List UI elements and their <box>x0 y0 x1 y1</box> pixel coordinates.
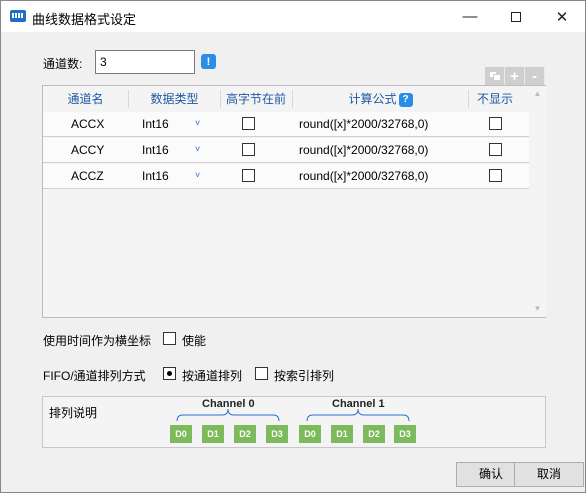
channel-0-brace <box>176 408 280 422</box>
cancel-button[interactable]: 取消 <box>514 462 584 487</box>
table-row[interactable]: ACCY Int16 ˅ round([x]*2000/32768,0) <box>43 138 529 163</box>
table-toolbar: + - <box>485 67 545 85</box>
radio-selected-dot <box>167 371 172 376</box>
table-header: 通道名 数据类型 高字节在前 计算公式? 不显示 <box>43 86 529 112</box>
cell-channel-name[interactable]: ACCZ <box>71 164 104 189</box>
hide-checkbox[interactable] <box>489 143 502 156</box>
order-by-channel-radio[interactable] <box>163 367 176 380</box>
plus-icon: + <box>510 67 519 85</box>
chevron-down-icon[interactable]: ˅ <box>195 170 200 180</box>
header-hide: 不显示 <box>476 92 513 106</box>
header-channel-name: 通道名 <box>67 92 104 106</box>
high-byte-first-checkbox[interactable] <box>242 117 255 130</box>
order-by-index-radio[interactable] <box>255 367 268 380</box>
data-block: D1 <box>202 425 224 443</box>
title-bar: 曲线数据格式设定 — ✕ <box>1 1 585 32</box>
info-icon[interactable]: ! <box>201 54 216 69</box>
table-row[interactable]: ACCZ Int16 ˅ round([x]*2000/32768,0) <box>43 164 529 189</box>
channel-table: 通道名 数据类型 高字节在前 计算公式? 不显示 ACCX Int16 ˅ ro… <box>42 85 546 318</box>
cell-data-type[interactable]: Int16 <box>142 112 169 137</box>
minimize-button[interactable]: — <box>447 1 493 32</box>
minus-icon: - <box>532 67 537 85</box>
hide-checkbox[interactable] <box>489 169 502 182</box>
cell-data-type[interactable]: Int16 <box>142 164 169 189</box>
time-axis-label: 使用时间作为横坐标 <box>43 334 152 348</box>
header-data-type: 数据类型 <box>150 92 199 106</box>
maximize-icon <box>511 11 521 22</box>
data-block: D3 <box>266 425 288 443</box>
cell-formula[interactable]: round([x]*2000/32768,0) <box>299 138 428 163</box>
app-icon <box>10 10 26 22</box>
scroll-up-icon[interactable]: ▲ <box>533 89 542 98</box>
data-block: D0 <box>299 425 321 443</box>
maximize-button[interactable] <box>493 1 539 32</box>
copy-row-button[interactable] <box>485 67 505 85</box>
header-formula-label: 计算公式 <box>348 92 397 106</box>
high-byte-first-checkbox[interactable] <box>242 169 255 182</box>
copy-icon <box>488 71 501 81</box>
minimize-icon: — <box>462 8 478 25</box>
table-row[interactable]: ACCX Int16 ˅ round([x]*2000/32768,0) <box>43 112 529 137</box>
add-row-button[interactable]: + <box>505 67 525 85</box>
help-icon[interactable]: ? <box>398 92 413 107</box>
header-formula: 计算公式? <box>293 86 468 112</box>
time-axis-enable-checkbox[interactable] <box>163 332 176 345</box>
chevron-down-icon[interactable]: ˅ <box>195 144 200 154</box>
order-by-channel-label[interactable]: 按通道排列 <box>182 367 242 384</box>
remove-row-button[interactable]: - <box>525 67 545 85</box>
channel-count-label: 通道数: <box>43 57 83 71</box>
close-button[interactable]: ✕ <box>539 1 585 32</box>
channel-count-input[interactable] <box>95 50 195 74</box>
scroll-down-icon[interactable]: ▼ <box>533 304 542 313</box>
table-scrollbar[interactable]: ▲ ▼ <box>529 86 546 317</box>
header-high-byte-first: 高字节在前 <box>225 92 286 106</box>
chevron-down-icon[interactable]: ˅ <box>195 118 200 128</box>
hide-checkbox[interactable] <box>489 117 502 130</box>
cell-data-type[interactable]: Int16 <box>142 138 169 163</box>
order-description-panel: 排列说明 Channel 0 D0 D1 D2 D3 Channel 1 D0 … <box>42 396 546 448</box>
cell-formula[interactable]: round([x]*2000/32768,0) <box>299 164 428 189</box>
close-icon: ✕ <box>555 8 569 26</box>
data-block: D2 <box>234 425 256 443</box>
cell-channel-name[interactable]: ACCY <box>71 138 104 163</box>
dialog-window: 曲线数据格式设定 — ✕ 通道数: ! + - 通道名 数据类型 <box>0 0 586 493</box>
time-axis-enable-label[interactable]: 使能 <box>182 332 206 349</box>
order-by-index-label[interactable]: 按索引排列 <box>274 367 334 384</box>
data-block: D3 <box>394 425 416 443</box>
data-block: D0 <box>170 425 192 443</box>
cell-channel-name[interactable]: ACCX <box>71 112 104 137</box>
order-description-title: 排列说明 <box>49 406 98 420</box>
high-byte-first-checkbox[interactable] <box>242 143 255 156</box>
fifo-order-label: FIFO/通道排列方式 <box>43 369 146 383</box>
channel-1-brace <box>306 408 410 422</box>
data-block: D1 <box>331 425 353 443</box>
data-block: D2 <box>363 425 385 443</box>
window-title: 曲线数据格式设定 <box>32 12 137 27</box>
cell-formula[interactable]: round([x]*2000/32768,0) <box>299 112 428 137</box>
